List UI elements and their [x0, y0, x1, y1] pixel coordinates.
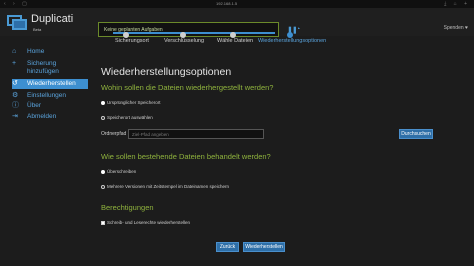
browser-action-icons[interactable]: ⤓ ⌂ + — [444, 1, 470, 7]
checkbox-box — [101, 220, 105, 225]
permissions-heading: Berechtigungen — [101, 203, 154, 212]
home-icon: ⌂ — [12, 48, 17, 55]
radio-label: Mehrere Versionen mit Zeitstempel im Dat… — [107, 184, 230, 189]
wizard-progress-line — [113, 32, 275, 34]
browse-button[interactable]: Durchsuchen — [399, 129, 433, 139]
radio-label: Speicherort auswählen — [107, 115, 153, 120]
gear-icon: ⚙ — [12, 92, 19, 99]
wizard-step-encryption[interactable]: Verschlüsselung — [164, 38, 204, 44]
radio-original-location[interactable]: Ursprünglicher Speicherort — [101, 100, 161, 105]
where-heading: Wohin sollen die Dateien wiederhergestel… — [101, 83, 274, 92]
wizard-step-restore-options[interactable]: Wiederherstellungsoptionen — [258, 38, 326, 44]
throttle-icon[interactable]: ◔ — [296, 26, 300, 33]
restore-icon: ↺ — [12, 80, 18, 87]
radio-label: Ursprünglicher Speicherort — [107, 100, 161, 105]
beta-label: Beta — [33, 27, 42, 32]
radio-dot — [101, 184, 105, 189]
folder-label: Ordnerpfad — [101, 131, 127, 137]
radio-overwrite[interactable]: Überschreiben — [101, 169, 136, 174]
sidebar-item-label: Einstellungen — [27, 92, 67, 99]
sidebar-item-label: Über — [27, 102, 42, 109]
sidebar-item-label: Wiederherstellen — [27, 80, 76, 87]
restore-permissions-checkbox[interactable]: Schreib- und Leserechte wiederherstellen — [101, 220, 190, 225]
info-icon: ⓘ — [12, 102, 19, 109]
plus-icon: + — [12, 60, 17, 67]
sidebar-item-label: Home — [27, 48, 45, 55]
page-title: Wiederherstellungsoptionen — [101, 66, 232, 78]
radio-dot-selected — [101, 100, 105, 105]
restore-button[interactable]: Wiederherstellen — [243, 242, 285, 252]
wizard-step-files[interactable]: Wähle Dateien — [217, 38, 253, 44]
browser-nav-icons[interactable]: ‹ › ▢ — [4, 1, 30, 7]
restore-options-panel: Sicherungsort Verschlüsselung Wähle Date… — [92, 32, 474, 266]
sidebar: ⌂ Home + Sicherung hinzufügen ↺ Wiederhe… — [0, 36, 92, 266]
donate-link[interactable]: Spenden ♥ — [444, 25, 468, 31]
address-bar[interactable]: 192.168.1.5 — [216, 1, 237, 6]
sidebar-item-label: Abmelden — [27, 113, 57, 120]
radio-choose-location[interactable]: Speicherort auswählen — [101, 115, 153, 120]
radio-label: Überschreiben — [107, 169, 137, 174]
back-button[interactable]: Zurück — [216, 242, 239, 252]
radio-dot — [101, 115, 105, 120]
app-brand: Duplicati — [31, 13, 74, 25]
folder-path-input[interactable] — [128, 129, 264, 139]
sidebar-item-restore[interactable]: ↺ Wiederherstellen — [12, 79, 88, 89]
wizard-step-location[interactable]: Sicherungsort — [115, 38, 149, 44]
checkbox-label: Schreib- und Leserechte wiederherstellen — [107, 220, 191, 225]
radio-keep-versions[interactable]: Mehrere Versionen mit Zeitstempel im Dat… — [101, 184, 229, 189]
browser-toolbar: ‹ › ▢ 192.168.1.5 ⤓ ⌂ + — [0, 0, 474, 8]
duplicati-logo-icon — [7, 12, 27, 32]
existing-files-heading: Wie sollen bestehende Dateien behandelt … — [101, 152, 271, 161]
radio-dot-selected — [101, 169, 105, 174]
logout-icon: ⇥ — [12, 113, 18, 120]
sidebar-item-label: Sicherung hinzufügen — [27, 60, 59, 75]
